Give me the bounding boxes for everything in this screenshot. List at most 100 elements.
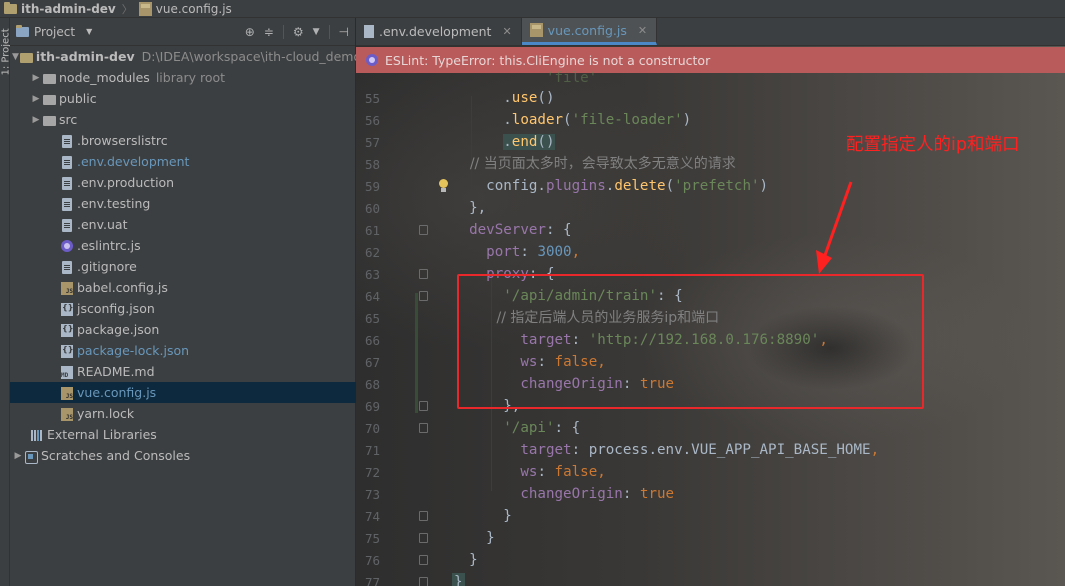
tree-item-label: .eslintrc.js	[77, 238, 141, 253]
code-line-77: }	[452, 571, 465, 586]
code-line-76: }	[469, 552, 478, 568]
folder-icon	[19, 50, 33, 64]
line-number: 73	[364, 487, 380, 502]
tree-item-label: yarn.lock	[77, 406, 135, 421]
fold-marker-icon[interactable]	[419, 401, 428, 411]
code-line-55: .use()	[503, 90, 555, 106]
editor-tabs: .env.development ✕ vue.config.js ✕	[356, 18, 1065, 46]
tree-item[interactable]: package-lock.json	[10, 340, 356, 361]
fold-marker-icon[interactable]	[419, 577, 428, 586]
tree-item[interactable]: yarn.lock	[10, 403, 356, 424]
options-chevron-icon[interactable]: ▼	[313, 27, 320, 37]
chevron-right-icon[interactable]: ▶	[30, 73, 42, 83]
project-path: D:\IDEA\workspace\ith-cloud_demo\	[141, 49, 366, 64]
gear-icon[interactable]: ⚙	[293, 25, 304, 39]
folder-icon	[42, 92, 56, 106]
annotation-text: 配置指定人的ip和端口	[846, 135, 1020, 155]
tool-window-strip: 1: Project	[0, 18, 12, 586]
locate-icon[interactable]: ⊕	[245, 25, 255, 39]
tree-item-label: .env.development	[77, 154, 190, 169]
editor: .env.development ✕ vue.config.js ✕ ESLin…	[356, 18, 1065, 586]
close-icon[interactable]: ✕	[638, 24, 647, 37]
tree-item[interactable]: .gitignore	[10, 256, 356, 277]
tree-item[interactable]: .env.development	[10, 151, 356, 172]
line-number: 60	[364, 201, 380, 216]
file-icon	[60, 197, 74, 211]
library-icon	[30, 428, 44, 442]
tree-item[interactable]: External Libraries	[10, 424, 356, 445]
chevron-down-icon: ▼	[86, 27, 93, 36]
tree-item-label: .browserslistrc	[77, 133, 168, 148]
tree-item[interactable]: .env.testing	[10, 193, 356, 214]
line-number: 71	[364, 443, 380, 458]
chevron-right-icon[interactable]: ▶	[30, 94, 42, 104]
tree-item[interactable]: .browserslistrc	[10, 130, 356, 151]
project-panel-tools: ⊕ ≑ ⚙ ▼ ⊣	[245, 24, 349, 39]
line-number: 75	[364, 531, 380, 546]
tab-env-development[interactable]: .env.development ✕	[356, 18, 522, 45]
tree-item-label: Scratches and Consoles	[41, 448, 191, 463]
fold-marker-icon[interactable]	[419, 225, 428, 235]
tree-item[interactable]: vue.config.js	[10, 382, 356, 403]
tree-item[interactable]: package.json	[10, 319, 356, 340]
tree-item[interactable]: ▶ node_modules library root	[10, 67, 356, 88]
code-line-72: ws: false,	[520, 464, 606, 480]
fold-marker-icon[interactable]	[419, 423, 428, 433]
line-number: 62	[364, 245, 380, 260]
code-line-62: port: 3000,	[486, 244, 581, 260]
editor-gutter: 55 56 57 58 59 60 61 62 63 64 65 66 67 68 69 70 71 72 73 74…	[356, 73, 448, 586]
tree-item[interactable]: README.md	[10, 361, 356, 382]
chevron-right-icon[interactable]: ▶	[30, 115, 42, 125]
js-file-icon	[529, 23, 543, 37]
fold-marker-icon[interactable]	[419, 511, 428, 521]
fold-marker-icon[interactable]	[419, 291, 428, 301]
code-line-70: '/api': {	[503, 420, 581, 436]
change-marker	[415, 293, 418, 413]
tree-item-label: .env.testing	[77, 196, 151, 211]
chevron-right-icon[interactable]: ▶	[12, 451, 24, 461]
breadcrumb-project[interactable]: ith-admin-dev	[4, 1, 116, 16]
scratch-icon	[24, 449, 38, 464]
tree-item[interactable]: jsconfig.json	[10, 298, 356, 319]
close-icon[interactable]: ✕	[502, 25, 511, 38]
tree-item[interactable]: ▶ Scratches and Consoles	[10, 445, 356, 466]
line-number: 66	[364, 333, 380, 348]
code-line-73: changeOrigin: true	[520, 486, 675, 502]
folder-icon	[42, 113, 56, 127]
fold-marker-icon[interactable]	[419, 555, 428, 565]
project-view-selector[interactable]: Project ▼	[16, 24, 93, 39]
project-panel: Project ▼ ⊕ ≑ ⚙ ▼ ⊣ ▼ ith-admin-dev D:\IDE…	[10, 18, 365, 586]
line-number: 58	[364, 157, 380, 172]
code-line-74: }	[503, 508, 512, 524]
tree-item[interactable]: .env.production	[10, 172, 356, 193]
collapse-all-icon[interactable]: ≑	[264, 25, 274, 39]
highlight-box	[457, 274, 924, 409]
hide-panel-icon[interactable]: ⊣	[339, 25, 349, 39]
line-number: 55	[364, 91, 380, 106]
code-line-57: .end()	[503, 134, 555, 150]
tree-item[interactable]: babel.config.js	[10, 277, 356, 298]
code-line-75: }	[486, 530, 495, 546]
tree-item-label: package-lock.json	[77, 343, 190, 358]
tree-item[interactable]: ▼ ith-admin-dev D:\IDEA\workspace\ith-clou…	[10, 46, 365, 67]
chevron-down-icon[interactable]: ▼	[12, 52, 19, 62]
tree-item[interactable]: .env.uat	[10, 214, 356, 235]
eslint-icon	[366, 54, 378, 66]
tree-item-label: README.md	[77, 364, 155, 379]
fold-marker-icon[interactable]	[419, 533, 428, 543]
tree-item[interactable]: ▶ src	[10, 109, 356, 130]
tree-item-label: External Libraries	[47, 427, 157, 442]
eslint-icon	[60, 239, 74, 253]
fold-marker-icon[interactable]	[419, 269, 428, 279]
line-number: 64	[364, 289, 380, 304]
folder-icon	[42, 71, 56, 85]
tree-item[interactable]: .eslintrc.js	[10, 235, 356, 256]
tree-item[interactable]: ▶ public	[10, 88, 356, 109]
lightbulb-icon[interactable]	[438, 179, 449, 193]
breadcrumb-file[interactable]: vue.config.js	[138, 1, 232, 16]
line-number: 77	[364, 575, 380, 586]
tab-vue-config[interactable]: vue.config.js ✕	[521, 18, 658, 45]
line-number: 69	[364, 399, 380, 414]
line-number: 76	[364, 553, 380, 568]
code-line-59: config.plugins.delete('prefetch')	[486, 178, 769, 194]
